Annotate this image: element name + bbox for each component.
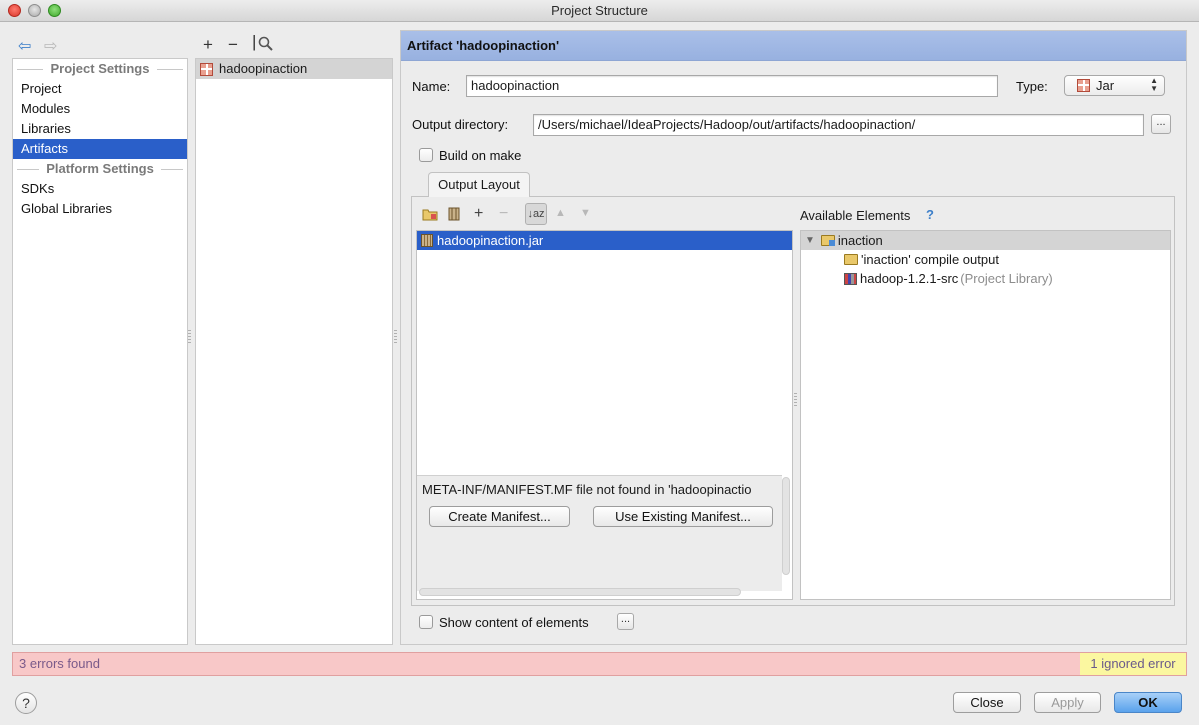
use-existing-manifest-button[interactable]: Use Existing Manifest...	[593, 506, 773, 527]
settings-nav-panel: Project Settings Project Modules Librari…	[12, 58, 188, 645]
add-element-icon[interactable]: +	[474, 205, 483, 223]
tree-item-suffix: (Project Library)	[960, 271, 1053, 286]
back-arrow-icon[interactable]: ⇦	[18, 36, 31, 56]
nav-item-project[interactable]: Project	[13, 79, 187, 99]
title-bar: Project Structure	[0, 0, 1199, 22]
project-settings-header: Project Settings	[13, 59, 187, 79]
create-manifest-button[interactable]: Create Manifest...	[429, 506, 570, 527]
maximize-window-icon[interactable]	[48, 4, 61, 17]
nav-item-artifacts[interactable]: Artifacts	[13, 139, 187, 159]
output-layout-tree: hadoopinaction.jar META-INF/MANIFEST.MF …	[416, 230, 793, 600]
help-question-icon[interactable]: ?	[926, 207, 934, 222]
nav-item-global-libraries[interactable]: Global Libraries	[13, 199, 187, 219]
project-structure-window: Project Structure ⇦ ⇨ Project Settings P…	[0, 0, 1199, 725]
manifest-warning-text: META-INF/MANIFEST.MF file not found in '…	[422, 482, 752, 497]
ok-button[interactable]: OK	[1114, 692, 1182, 713]
artifact-header: Artifact 'hadoopinaction'	[401, 31, 1186, 61]
tab-output-layout[interactable]: Output Layout	[428, 172, 530, 197]
artifact-list-item[interactable]: hadoopinaction	[196, 59, 392, 79]
help-button[interactable]: ?	[15, 692, 37, 714]
layout-root-label: hadoopinaction.jar	[437, 233, 544, 248]
close-window-icon[interactable]	[8, 4, 21, 17]
error-status-bar[interactable]: 3 errors found 1 ignored error	[12, 652, 1187, 676]
folder-output-icon	[844, 254, 858, 265]
create-directory-icon[interactable]	[422, 207, 438, 224]
library-icon	[844, 272, 857, 285]
jar-artifact-icon	[200, 62, 213, 76]
nav-item-libraries[interactable]: Libraries	[13, 119, 187, 139]
close-button[interactable]: Close	[953, 692, 1021, 713]
apply-button[interactable]: Apply	[1034, 692, 1101, 713]
browse-output-button[interactable]: ...	[1151, 114, 1171, 134]
available-elements-label: Available Elements	[800, 208, 911, 223]
errors-found-text[interactable]: 3 errors found	[19, 656, 100, 671]
horizontal-scrollbar[interactable]	[419, 588, 741, 596]
manifest-warning-box: META-INF/MANIFEST.MF file not found in '…	[417, 475, 782, 591]
build-on-make-label: Build on make	[439, 148, 522, 163]
nav-item-sdks[interactable]: SDKs	[13, 179, 187, 199]
move-up-icon[interactable]: ▲	[555, 207, 566, 219]
module-folder-icon	[820, 235, 835, 246]
find-icon[interactable]	[258, 36, 273, 56]
sort-alphabetically-icon[interactable]: ↓az	[525, 203, 547, 225]
tree-item-label: 'inaction' compile output	[861, 252, 999, 267]
available-elements-tree: ▼ inaction 'inaction' compile output had…	[800, 230, 1171, 600]
platform-settings-header: Platform Settings	[13, 159, 187, 179]
layout-splitter-handle[interactable]	[794, 393, 797, 407]
minimize-window-icon[interactable]	[28, 4, 41, 17]
artifact-list-item-label: hadoopinaction	[219, 61, 308, 76]
output-directory-label: Output directory:	[412, 117, 509, 132]
type-select[interactable]: Jar ▲ ▼	[1064, 75, 1165, 96]
toolbar-divider: |	[252, 32, 257, 51]
type-select-value: Jar	[1096, 78, 1115, 93]
left-splitter-handle[interactable]	[188, 330, 191, 344]
name-label: Name:	[412, 79, 451, 94]
name-field[interactable]: hadoopinaction	[466, 75, 998, 97]
nav-item-modules[interactable]: Modules	[13, 99, 187, 119]
move-down-icon[interactable]: ▼	[580, 207, 591, 219]
window-title: Project Structure	[551, 3, 648, 18]
tree-row-inaction[interactable]: ▼ inaction	[801, 231, 1170, 250]
ignored-errors-badge[interactable]: 1 ignored error	[1080, 653, 1186, 675]
expand-triangle-icon[interactable]: ▼	[805, 231, 815, 250]
add-archive-icon[interactable]	[448, 207, 460, 224]
select-arrows-icon: ▲ ▼	[1150, 76, 1158, 93]
layout-tree-row[interactable]: hadoopinaction.jar	[417, 231, 792, 250]
forward-arrow-icon[interactable]: ⇨	[44, 36, 57, 56]
artifact-list-panel: hadoopinaction	[195, 58, 393, 645]
remove-element-icon[interactable]: −	[499, 205, 508, 223]
tree-item-label: hadoop-1.2.1-src	[860, 271, 959, 286]
show-content-checkbox[interactable]	[419, 615, 433, 629]
show-content-options-button[interactable]: ...	[617, 613, 634, 630]
show-content-label: Show content of elements	[439, 615, 589, 630]
build-on-make-checkbox[interactable]	[419, 148, 433, 162]
tree-row-library[interactable]: hadoop-1.2.1-src (Project Library)	[801, 269, 1170, 288]
type-label: Type:	[1016, 79, 1048, 94]
output-directory-field[interactable]: /Users/michael/IdeaProjects/Hadoop/out/a…	[533, 114, 1144, 136]
jar-type-icon	[1077, 79, 1090, 92]
tree-row-compile-output[interactable]: 'inaction' compile output	[801, 250, 1170, 269]
tree-root-label: inaction	[837, 233, 883, 248]
middle-splitter-handle[interactable]	[394, 330, 397, 344]
remove-artifact-icon[interactable]: −	[228, 35, 238, 55]
add-artifact-icon[interactable]: +	[203, 35, 213, 55]
vertical-scrollbar[interactable]	[782, 477, 790, 575]
jar-file-icon	[421, 234, 433, 247]
